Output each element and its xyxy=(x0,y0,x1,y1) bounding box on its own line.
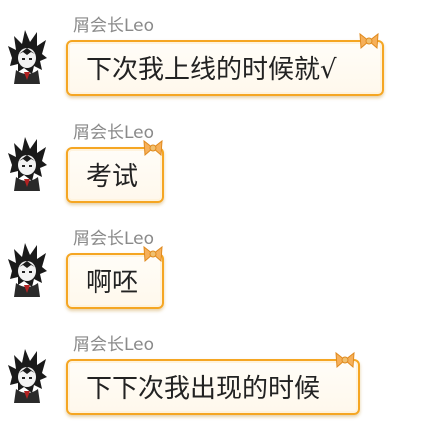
sender-name: 屑会长Leo xyxy=(73,335,155,355)
message-text: 下下次我出现的时候 xyxy=(86,374,321,404)
message-bubble[interactable]: 考试 xyxy=(66,139,164,203)
avatar-icon[interactable] xyxy=(6,28,48,84)
avatar-icon[interactable] xyxy=(6,135,48,191)
bow-icon xyxy=(359,32,379,50)
bow-icon xyxy=(143,245,163,263)
avatar-icon[interactable] xyxy=(6,347,48,403)
message-text: 下次我上线的时候就√ xyxy=(86,55,337,85)
message-bubble[interactable]: 啊呸 xyxy=(66,245,164,309)
message-text: 考试 xyxy=(86,162,139,192)
message-bubble[interactable]: 下次我上线的时候就√ xyxy=(66,32,384,96)
message-text: 啊呸 xyxy=(86,268,139,298)
avatar-icon[interactable] xyxy=(6,241,48,297)
bow-icon xyxy=(143,139,163,157)
sender-name: 屑会长Leo xyxy=(73,16,155,36)
message-bubble[interactable]: 下下次我出现的时候 xyxy=(66,351,360,415)
bow-icon xyxy=(335,351,355,369)
